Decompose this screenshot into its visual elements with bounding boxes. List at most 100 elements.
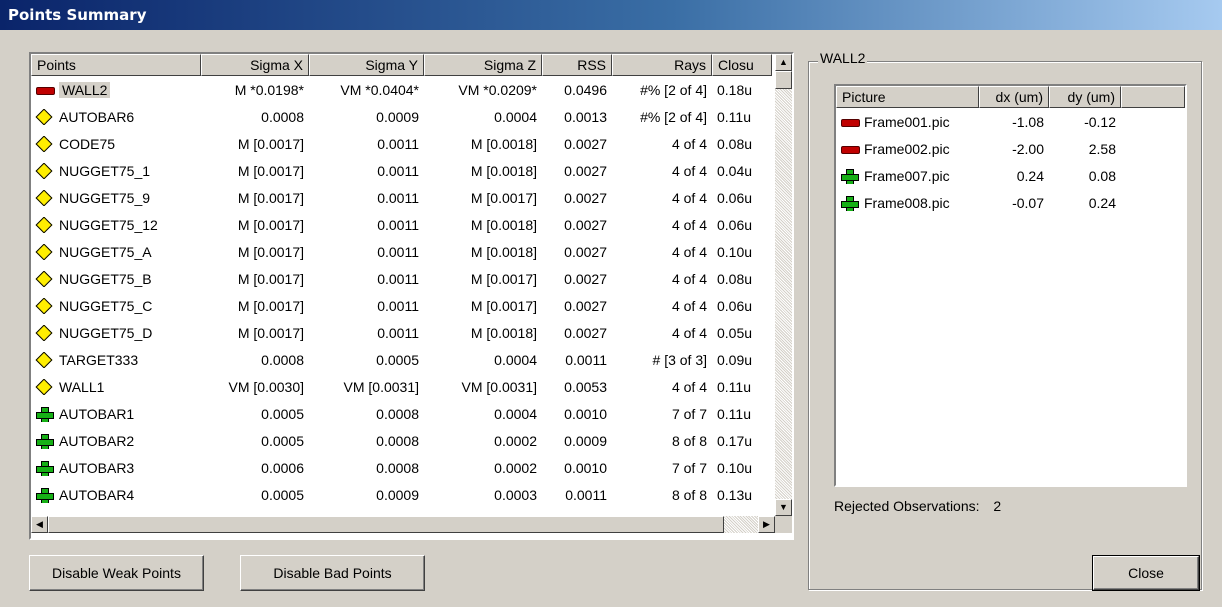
- scroll-down-button[interactable]: ▼: [775, 499, 792, 516]
- picture-name-cell: Frame007.pic: [836, 168, 979, 184]
- point-name: AUTOBAR4: [59, 486, 135, 503]
- sigma-y-value: 0.0011: [377, 297, 419, 314]
- sigma-z-value: M [0.0018]: [470, 324, 537, 341]
- column-header-sigma-z[interactable]: Sigma Z: [424, 54, 542, 76]
- list-item[interactable]: Frame002.pic -2.00 2.58: [836, 135, 1121, 162]
- dy-value: 0.24: [1088, 194, 1116, 211]
- red-dash-icon: [35, 82, 55, 98]
- sigma-y-value: 0.0011: [377, 324, 419, 341]
- point-name-cell: NUGGET75_9: [31, 190, 201, 206]
- dx-value: -1.08: [1012, 113, 1044, 130]
- green-cross-icon: [35, 460, 55, 476]
- point-name: NUGGET75_12: [59, 216, 158, 233]
- closure-value: 0.10u: [717, 459, 753, 476]
- column-header-dy[interactable]: dy (um): [1049, 86, 1121, 108]
- sigma-z-value: 0.0002: [494, 432, 537, 449]
- table-row[interactable]: TARGET333 0.0008 0.0005 0.0004 0.0011 # [3 of…: [31, 346, 772, 373]
- table-row[interactable]: NUGGET75_9 M [0.0017] 0.0011 M [0.0017] 0.00…: [31, 184, 772, 211]
- table-row[interactable]: AUTOBAR1 0.0005 0.0008 0.0004 0.0010 7 of 7 0.…: [31, 400, 772, 427]
- table-row[interactable]: NUGGET75_D M [0.0017] 0.0011 M [0.0018] 0.00…: [31, 319, 772, 346]
- rss-value: 0.0013: [564, 108, 607, 125]
- rays-value: 4 of 4: [671, 324, 707, 341]
- column-header-rss[interactable]: RSS: [542, 54, 612, 76]
- point-name-cell: AUTOBAR3: [31, 460, 201, 476]
- table-row[interactable]: NUGGET75_B M [0.0017] 0.0011 M [0.0017] 0.00…: [31, 265, 772, 292]
- column-header-rays[interactable]: Rays: [612, 54, 712, 76]
- yellow-diamond-icon: [35, 379, 55, 395]
- table-row[interactable]: NUGGET75_12 M [0.0017] 0.0011 M [0.0018] 0.0…: [31, 211, 772, 238]
- table-row[interactable]: AUTOBAR2 0.0005 0.0008 0.0002 0.0009 8 of 8 0.…: [31, 427, 772, 454]
- window-title: Points Summary: [8, 6, 147, 24]
- closure-value: 0.08u: [717, 135, 753, 152]
- column-header-closure[interactable]: Closu: [712, 54, 772, 76]
- point-name-cell: NUGGET75_12: [31, 217, 201, 233]
- rss-value: 0.0027: [564, 297, 607, 314]
- table-row[interactable]: AUTOBAR6 0.0008 0.0009 0.0004 0.0013 #% [2 of…: [31, 103, 772, 130]
- horizontal-scroll-thumb[interactable]: [48, 516, 724, 533]
- disable-bad-points-button[interactable]: Disable Bad Points: [240, 555, 425, 591]
- column-header-points[interactable]: Points: [31, 54, 201, 76]
- closure-value: 0.11u: [717, 108, 751, 125]
- sigma-x-value: M [0.0017]: [237, 162, 304, 179]
- sigma-y-value: 0.0011: [377, 270, 419, 287]
- dx-value: -0.07: [1012, 194, 1044, 211]
- rss-value: 0.0027: [564, 243, 607, 260]
- rays-value: 8 of 8: [671, 432, 707, 449]
- picture-name-cell: Frame001.pic: [836, 114, 979, 130]
- list-item[interactable]: Frame007.pic 0.24 0.08: [836, 162, 1121, 189]
- rejected-observations: Rejected Observations: 2: [834, 498, 1001, 514]
- points-vertical-scrollbar[interactable]: ▲ ▼: [775, 54, 792, 516]
- rss-value: 0.0010: [564, 459, 607, 476]
- rss-value: 0.0027: [564, 216, 607, 233]
- point-name-cell: NUGGET75_A: [31, 244, 201, 260]
- yellow-diamond-icon: [35, 190, 55, 206]
- yellow-diamond-icon: [35, 136, 55, 152]
- column-header-dx[interactable]: dx (um): [979, 86, 1049, 108]
- point-name-cell: NUGGET75_C: [31, 298, 201, 314]
- table-row[interactable]: NUGGET75_A M [0.0017] 0.0011 M [0.0018] 0.00…: [31, 238, 772, 265]
- sigma-x-value: VM [0.0030]: [228, 378, 305, 395]
- list-item[interactable]: Frame001.pic -1.08 -0.12: [836, 108, 1121, 135]
- picture-name: Frame008.pic: [864, 194, 950, 211]
- list-item[interactable]: Frame008.pic -0.07 0.24: [836, 189, 1121, 216]
- rays-value: 4 of 4: [671, 270, 707, 287]
- point-name-cell: AUTOBAR1: [31, 406, 201, 422]
- table-row[interactable]: WALL2 M *0.0198* VM *0.0404* VM *0.0209* 0.0…: [31, 76, 772, 103]
- column-header-empty: [1121, 86, 1185, 108]
- table-row[interactable]: WALL1 VM [0.0030] VM [0.0031] VM [0.0031] 0.…: [31, 373, 772, 400]
- column-header-sigma-x[interactable]: Sigma X: [201, 54, 309, 76]
- closure-value: 0.13u: [717, 486, 753, 503]
- scroll-right-button[interactable]: ▶: [758, 516, 775, 533]
- table-row[interactable]: NUGGET75_C M [0.0017] 0.0011 M [0.0017] 0.00…: [31, 292, 772, 319]
- closure-value: 0.11u: [717, 405, 751, 422]
- rss-value: 0.0009: [564, 432, 607, 449]
- sigma-x-value: 0.0005: [261, 405, 304, 422]
- points-horizontal-scrollbar[interactable]: ◀ ▶: [31, 516, 775, 533]
- disable-weak-points-button[interactable]: Disable Weak Points: [29, 555, 204, 591]
- closure-value: 0.05u: [717, 324, 753, 341]
- sigma-x-value: 0.0006: [261, 459, 304, 476]
- rays-value: 7 of 7: [671, 459, 707, 476]
- title-bar[interactable]: Points Summary: [0, 0, 1222, 30]
- sigma-y-value: VM *0.0404*: [340, 81, 419, 98]
- rays-value: 4 of 4: [671, 189, 707, 206]
- points-list-view[interactable]: Points Sigma X Sigma Y Sigma Z RSS Rays …: [29, 52, 794, 540]
- table-row[interactable]: AUTOBAR4 0.0005 0.0009 0.0003 0.0011 8 of 8 0.…: [31, 481, 772, 508]
- closure-value: 0.10u: [717, 243, 753, 260]
- yellow-diamond-icon: [35, 298, 55, 314]
- close-button[interactable]: Close: [1092, 555, 1200, 591]
- scroll-left-button[interactable]: ◀: [31, 516, 48, 533]
- yellow-diamond-icon: [35, 325, 55, 341]
- green-cross-icon: [35, 487, 55, 503]
- pictures-list-view[interactable]: Picture dx (um) dy (um) Frame001.pic -1.0…: [834, 84, 1187, 487]
- column-header-sigma-y[interactable]: Sigma Y: [309, 54, 424, 76]
- vertical-scroll-thumb[interactable]: [775, 71, 792, 89]
- table-row[interactable]: AUTOBAR3 0.0006 0.0008 0.0002 0.0010 7 of 7 0.…: [31, 454, 772, 481]
- sigma-z-value: M [0.0018]: [470, 135, 537, 152]
- table-row[interactable]: NUGGET75_1 M [0.0017] 0.0011 M [0.0018] 0.00…: [31, 157, 772, 184]
- pictures-list-rows: Frame001.pic -1.08 -0.12 Frame002.pic -2.00 2…: [836, 108, 1121, 216]
- scroll-up-button[interactable]: ▲: [775, 54, 792, 71]
- dx-value: -2.00: [1012, 140, 1044, 157]
- table-row[interactable]: CODE75 M [0.0017] 0.0011 M [0.0018] 0.0027 4 …: [31, 130, 772, 157]
- column-header-picture[interactable]: Picture: [836, 86, 979, 108]
